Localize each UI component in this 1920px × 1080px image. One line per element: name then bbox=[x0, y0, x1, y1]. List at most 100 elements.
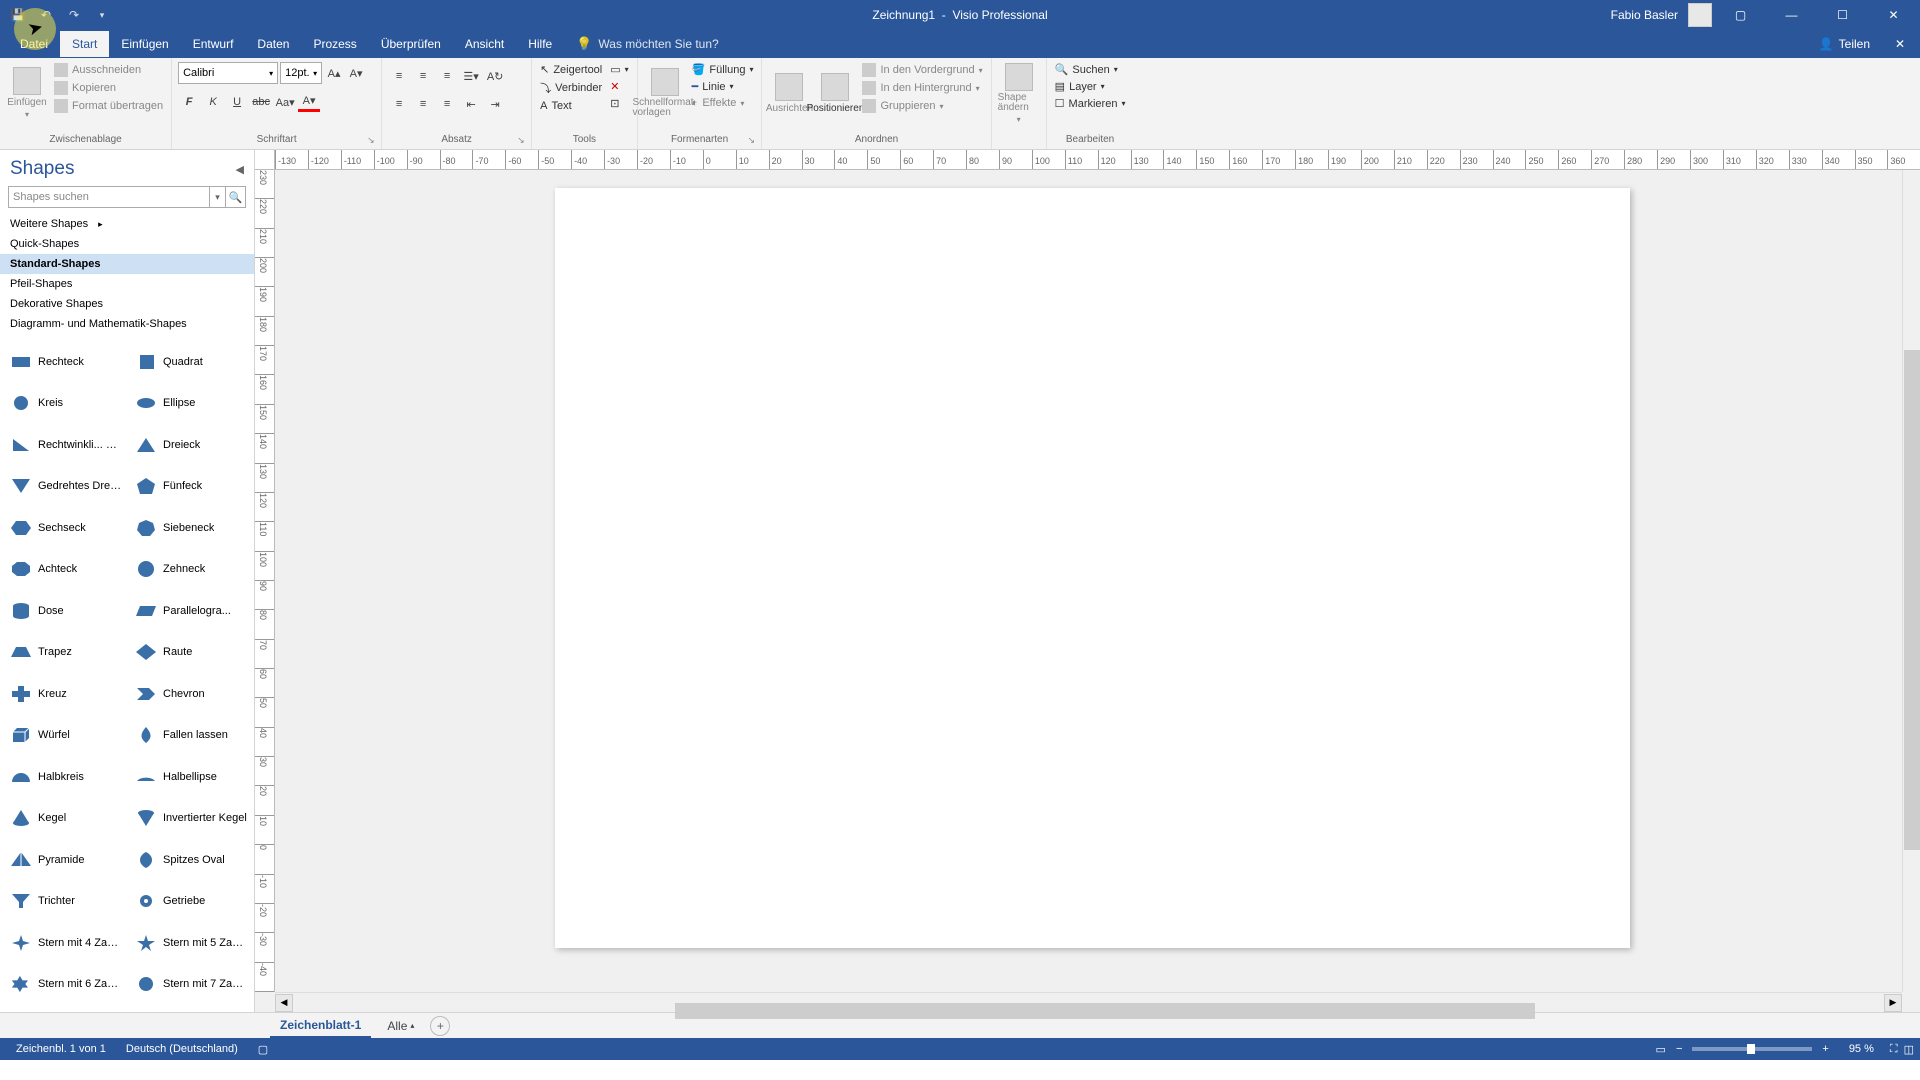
save-icon[interactable]: 💾 bbox=[8, 5, 28, 25]
switch-window-icon[interactable]: ◫ bbox=[1904, 1043, 1914, 1056]
tab-daten[interactable]: Daten bbox=[245, 31, 301, 57]
shape-item-diamond[interactable]: Raute bbox=[129, 633, 254, 673]
shapes-search-input[interactable]: Shapes suchen bbox=[8, 186, 210, 208]
close-pane-icon[interactable]: ✕ bbox=[1888, 37, 1912, 51]
rectangle-tool-button[interactable]: ▭▾ bbox=[608, 62, 630, 77]
shapes-search-go[interactable]: 🔍 bbox=[226, 186, 246, 208]
shape-item-star7[interactable]: Stern mit 7 Zacken bbox=[129, 965, 254, 1005]
paragraph-dialog-launcher[interactable]: ↘ bbox=[517, 135, 529, 147]
send-back-button[interactable]: In den Hintergrund▾ bbox=[860, 80, 984, 96]
tab-entwurf[interactable]: Entwurf bbox=[181, 31, 246, 57]
increase-indent-icon[interactable]: ⇥ bbox=[484, 94, 506, 114]
decrease-indent-icon[interactable]: ⇤ bbox=[460, 94, 482, 114]
change-shape-button[interactable]: Shape ändern ▾ bbox=[998, 62, 1040, 124]
tab-einfuegen[interactable]: Einfügen bbox=[109, 31, 180, 57]
shape-item-halfcircle[interactable]: Halbkreis bbox=[4, 757, 129, 797]
copy-button[interactable]: Kopieren bbox=[52, 80, 165, 96]
shape-item-rect[interactable]: Rechteck bbox=[4, 342, 129, 382]
shape-item-trap[interactable]: Trapez bbox=[4, 633, 129, 673]
stencil-standard-shapes[interactable]: Standard-Shapes bbox=[0, 254, 254, 274]
fit-page-icon[interactable]: ⛶ bbox=[1890, 1043, 1898, 1056]
shape-item-can[interactable]: Dose bbox=[4, 591, 129, 631]
status-language[interactable]: Deutsch (Deutschland) bbox=[116, 1043, 248, 1055]
pointer-tool-button[interactable]: ↖Zeigertool bbox=[538, 62, 604, 77]
page-tab-1[interactable]: Zeichenblatt-1 bbox=[270, 1014, 371, 1038]
shapes-search-dropdown[interactable]: ▾ bbox=[210, 186, 226, 208]
collapse-shapes-icon[interactable]: ◀ bbox=[236, 163, 244, 176]
vscroll-thumb[interactable] bbox=[1904, 350, 1920, 850]
shape-item-cube[interactable]: Würfel bbox=[4, 716, 129, 756]
align-button[interactable]: Ausrichten bbox=[768, 62, 810, 124]
tell-me-search[interactable]: 💡 Was möchten Sie tun? bbox=[576, 36, 718, 52]
tab-prozess[interactable]: Prozess bbox=[301, 31, 368, 57]
select-button[interactable]: ☐Markieren▾ bbox=[1053, 96, 1128, 111]
shape-item-invcone[interactable]: Invertierter Kegel bbox=[129, 799, 254, 839]
text-tool-button[interactable]: AText bbox=[538, 99, 604, 113]
redo-icon[interactable]: ↷ bbox=[64, 5, 84, 25]
italic-button[interactable]: K bbox=[202, 92, 224, 112]
shape-item-star5[interactable]: Stern mit 5 Zacken bbox=[129, 923, 254, 963]
shape-item-decagon[interactable]: Zehneck bbox=[129, 550, 254, 590]
tab-ueberpruefen[interactable]: Überprüfen bbox=[369, 31, 453, 57]
presentation-mode-icon[interactable]: ▭ bbox=[1656, 1043, 1666, 1056]
shape-item-star6[interactable]: Stern mit 6 Zacken bbox=[4, 965, 129, 1005]
stencil-quick-shapes[interactable]: Quick-Shapes bbox=[0, 234, 254, 254]
stencil-arrow-shapes[interactable]: Pfeil-Shapes bbox=[0, 274, 254, 294]
shape-item-tri[interactable]: Dreieck bbox=[129, 425, 254, 465]
shape-item-star4[interactable]: Stern mit 4 Zacken bbox=[4, 923, 129, 963]
delete-connector-button[interactable]: ✕ bbox=[608, 79, 630, 94]
tab-hilfe[interactable]: Hilfe bbox=[516, 31, 564, 57]
shape-item-drop[interactable]: Fallen lassen bbox=[129, 716, 254, 756]
position-button[interactable]: Positionieren bbox=[814, 62, 856, 124]
stencil-decorative-shapes[interactable]: Dekorative Shapes bbox=[0, 294, 254, 314]
canvas-viewport[interactable] bbox=[275, 170, 1902, 992]
hscroll-right[interactable]: ▶ bbox=[1884, 994, 1902, 1012]
shrink-font-icon[interactable]: A▾ bbox=[346, 63, 366, 83]
align-right-icon[interactable]: ≡ bbox=[436, 94, 458, 114]
minimize-icon[interactable]: — bbox=[1769, 0, 1814, 30]
hscroll-left[interactable]: ◀ bbox=[275, 994, 293, 1012]
undo-icon[interactable]: ↶ bbox=[36, 5, 56, 25]
tab-start[interactable]: Start bbox=[60, 31, 109, 57]
fill-button[interactable]: 🪣Füllung▾ bbox=[690, 62, 756, 77]
case-button[interactable]: Aa▾ bbox=[274, 92, 296, 112]
shape-item-octagon[interactable]: Achteck bbox=[4, 550, 129, 590]
bring-front-button[interactable]: In den Vordergrund▾ bbox=[860, 62, 984, 78]
vertical-scrollbar[interactable] bbox=[1902, 170, 1920, 992]
shape-item-rotTri[interactable]: Gedrehtes Dreieck bbox=[4, 467, 129, 507]
font-color-button[interactable]: A▾ bbox=[298, 92, 320, 112]
maximize-icon[interactable]: ☐ bbox=[1820, 0, 1865, 30]
zoom-level[interactable]: 95 % bbox=[1839, 1043, 1884, 1055]
shape-item-halfellipse[interactable]: Halbellipse bbox=[129, 757, 254, 797]
line-button[interactable]: ━Linie▾ bbox=[690, 79, 756, 94]
shape-item-pentagon[interactable]: Fünfeck bbox=[129, 467, 254, 507]
user-name[interactable]: Fabio Basler bbox=[1611, 8, 1678, 22]
font-dialog-launcher[interactable]: ↘ bbox=[367, 135, 379, 147]
font-size-combo[interactable]: 12pt.▾ bbox=[280, 62, 322, 84]
shape-item-square[interactable]: Quadrat bbox=[129, 342, 254, 382]
connection-point-button[interactable]: ⊡ bbox=[608, 96, 630, 111]
shape-item-funnel[interactable]: Trichter bbox=[4, 882, 129, 922]
font-name-combo[interactable]: Calibri▾ bbox=[178, 62, 278, 84]
shape-item-rtri[interactable]: Rechtwinkli... Dreieck bbox=[4, 425, 129, 465]
format-painter-button[interactable]: Format übertragen bbox=[52, 98, 165, 114]
connector-tool-button[interactable]: ⤵Verbinder bbox=[538, 79, 604, 97]
drawing-page[interactable] bbox=[555, 188, 1630, 948]
tab-ansicht[interactable]: Ansicht bbox=[453, 31, 516, 57]
shape-item-circle[interactable]: Kreis bbox=[4, 384, 129, 424]
shape-item-cross[interactable]: Kreuz bbox=[4, 674, 129, 714]
quick-styles-button[interactable]: Schnellformat-vorlagen bbox=[644, 62, 686, 124]
shape-item-heptagon[interactable]: Siebeneck bbox=[129, 508, 254, 548]
shape-item-para[interactable]: Parallelogra... bbox=[129, 591, 254, 631]
cut-button[interactable]: Ausschneiden bbox=[52, 62, 165, 78]
page-tab-all[interactable]: Alle▴ bbox=[379, 1015, 422, 1037]
align-center-icon[interactable]: ≡ bbox=[412, 94, 434, 114]
align-bottom-icon[interactable]: ≡ bbox=[436, 66, 458, 86]
align-middle-icon[interactable]: ≡ bbox=[412, 66, 434, 86]
bullets-icon[interactable]: ☰▾ bbox=[460, 66, 482, 86]
share-button[interactable]: 👤 Teilen bbox=[1811, 33, 1878, 55]
shape-item-cone[interactable]: Kegel bbox=[4, 799, 129, 839]
shape-item-gear[interactable]: Getriebe bbox=[129, 882, 254, 922]
underline-button[interactable]: U bbox=[226, 92, 248, 112]
shape-item-ellipse[interactable]: Ellipse bbox=[129, 384, 254, 424]
